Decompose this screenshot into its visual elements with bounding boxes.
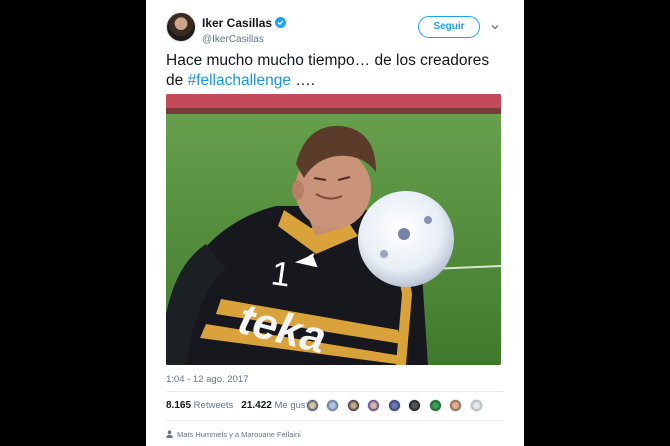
tweet-timestamp[interactable]: 1:04 - 12 ago. 2017 bbox=[166, 374, 248, 385]
avatar[interactable] bbox=[166, 12, 196, 42]
avatar[interactable] bbox=[408, 399, 422, 412]
avatar[interactable] bbox=[346, 399, 360, 412]
tweet-card: Iker Casillas @IkerCasillas Seguir Hace … bbox=[146, 0, 524, 446]
divider bbox=[166, 391, 504, 392]
hashtag-link[interactable]: #fellachallenge bbox=[188, 72, 291, 89]
avatar[interactable] bbox=[449, 399, 463, 412]
tweet-text-tail: …. bbox=[290, 72, 316, 89]
author-name[interactable]: Iker Casillas bbox=[202, 16, 272, 30]
follow-button[interactable]: Seguir bbox=[418, 16, 480, 38]
retweets-label[interactable]: Retweets bbox=[194, 400, 234, 411]
divider bbox=[166, 420, 504, 421]
likers-avatars[interactable] bbox=[306, 399, 486, 413]
reply-context: Mats Hummels y a Marouane Fellaini bbox=[166, 430, 301, 439]
retweets-count[interactable]: 8.165 bbox=[166, 400, 191, 411]
avatar[interactable] bbox=[428, 399, 442, 412]
avatar[interactable] bbox=[367, 399, 381, 412]
avatar[interactable] bbox=[326, 399, 340, 412]
avatar[interactable] bbox=[469, 399, 483, 412]
page-background: Iker Casillas @IkerCasillas Seguir Hace … bbox=[0, 0, 670, 446]
verified-badge-icon bbox=[275, 17, 287, 29]
avatar[interactable] bbox=[387, 399, 401, 412]
chevron-down-icon[interactable] bbox=[490, 22, 500, 32]
tweet-photo[interactable]: 1 teka bbox=[166, 94, 501, 365]
avatar[interactable] bbox=[306, 399, 319, 412]
person-icon bbox=[166, 430, 173, 438]
author-block[interactable]: Iker Casillas @IkerCasillas bbox=[202, 14, 287, 45]
likes-count[interactable]: 21.422 bbox=[241, 400, 272, 411]
photo-illustration: 1 teka bbox=[166, 94, 501, 365]
tweet-stats: 8.165 Retweets 21.422 Me gusta bbox=[166, 400, 314, 411]
author-handle: @IkerCasillas bbox=[202, 34, 264, 45]
tweet-header: Iker Casillas @IkerCasillas Seguir bbox=[166, 12, 504, 45]
tweet-text: Hace mucho mucho tiempo… de los creadore… bbox=[166, 51, 506, 91]
reply-context-text[interactable]: Mats Hummels y a Marouane Fellaini bbox=[177, 430, 301, 439]
